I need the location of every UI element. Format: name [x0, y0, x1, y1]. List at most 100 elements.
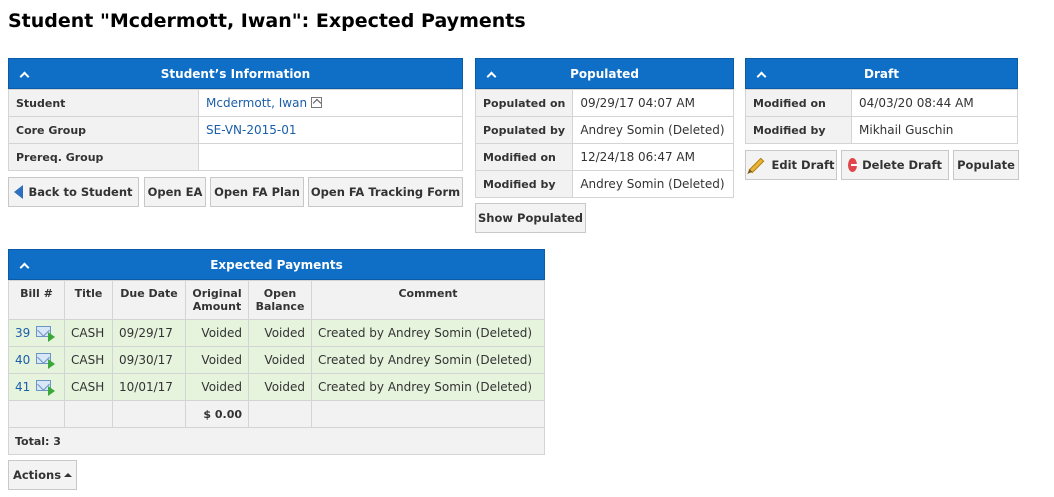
draft-header: Draft — [745, 58, 1018, 89]
send-bill-icon[interactable] — [36, 353, 56, 369]
col-open-line1: Open — [263, 287, 297, 300]
modified-by-value: Andrey Somin (Deleted) — [572, 170, 734, 198]
collapse-chevron-up-icon[interactable] — [18, 259, 30, 272]
bill-cell: 40 — [8, 346, 65, 374]
totals-row: $ 0.00 — [8, 400, 545, 428]
expected-payments-header: Expected Payments — [8, 249, 545, 280]
col-original-amount[interactable]: Original Amount — [185, 280, 249, 320]
bill-cell: 41 — [8, 373, 65, 401]
caret-up-icon — [64, 473, 73, 477]
open-ea-button[interactable]: Open EA — [144, 177, 206, 207]
comment-cell: Created by Andrey Somin (Deleted) — [311, 373, 545, 401]
delete-draft-button[interactable]: Delete Draft — [841, 150, 949, 180]
collapse-chevron-up-icon[interactable] — [485, 68, 497, 81]
table-row: 41 CASH 10/01/17 Voided Voided Created b… — [8, 373, 545, 401]
populated-panel: Populated Populated on 09/29/17 04:07 AM… — [474, 58, 734, 198]
populated-on-value: 09/29/17 04:07 AM — [572, 89, 734, 117]
title-cell: CASH — [64, 373, 113, 401]
open-fa-tracking-form-button[interactable]: Open FA Tracking Form — [308, 177, 463, 207]
student-info-title: Student’s Information — [160, 66, 311, 81]
populate-button[interactable]: Populate — [953, 150, 1019, 180]
col-open-line2: Balance — [255, 300, 305, 313]
open-balance-cell: Voided — [248, 319, 312, 347]
original-amount-cell: Voided — [185, 373, 249, 401]
populated-header: Populated — [475, 58, 734, 89]
student-value: Mcdermott, Iwan — [198, 89, 463, 117]
col-due-date[interactable]: Due Date — [112, 280, 186, 320]
bill-link[interactable]: 39 — [15, 326, 30, 340]
show-populated-button[interactable]: Show Populated — [475, 203, 586, 233]
prereq-group-label: Prereq. Group — [8, 143, 199, 171]
draft-panel: Draft Modified on 04/03/20 08:44 AM Modi… — [745, 58, 1018, 144]
open-balance-cell: Voided — [248, 373, 312, 401]
send-bill-icon[interactable] — [36, 326, 56, 342]
due-date-cell: 10/01/17 — [112, 373, 186, 401]
due-date-cell: 09/30/17 — [112, 346, 186, 374]
comment-cell: Created by Andrey Somin (Deleted) — [311, 319, 545, 347]
col-title[interactable]: Title — [64, 280, 113, 320]
col-comment[interactable]: Comment — [311, 280, 545, 320]
actions-label: Actions — [12, 468, 62, 482]
populated-by-value: Andrey Somin (Deleted) — [572, 116, 734, 144]
populated-table: Populated on 09/29/17 04:07 AM Populated… — [474, 89, 734, 198]
back-arrow-icon — [14, 185, 24, 199]
student-link[interactable]: Mcdermott, Iwan — [206, 96, 307, 110]
delete-circle-icon — [848, 158, 860, 172]
original-amount-cell: Voided — [185, 319, 249, 347]
draft-table: Modified on 04/03/20 08:44 AM Modified b… — [745, 89, 1018, 144]
edit-draft-label: Edit Draft — [771, 158, 835, 172]
table-footer-row: Total: 3 — [8, 427, 545, 455]
table-header-row: Bill # Title Due Date Original Amount Ope… — [8, 280, 545, 320]
table-row: 40 CASH 09/30/17 Voided Voided Created b… — [8, 346, 545, 374]
core-group-link[interactable]: SE-VN-2015-01 — [206, 123, 296, 137]
edit-draft-button[interactable]: Edit Draft — [745, 150, 837, 180]
bill-link[interactable]: 40 — [15, 353, 30, 367]
populated-title: Populated — [570, 66, 639, 81]
modified-by-label: Modified by — [474, 170, 574, 198]
modified-on-value: 12/24/18 06:47 AM — [572, 143, 734, 171]
draft-title: Draft — [864, 66, 899, 81]
back-to-student-label: Back to Student — [28, 185, 133, 199]
collapse-chevron-up-icon[interactable] — [755, 68, 767, 81]
title-cell: CASH — [64, 319, 113, 347]
total-count: Total: 3 — [8, 427, 545, 455]
bill-link[interactable]: 41 — [15, 380, 30, 394]
core-group-label: Core Group — [8, 116, 199, 144]
send-bill-icon[interactable] — [36, 380, 56, 396]
populated-by-label: Populated by — [474, 116, 574, 144]
lock-icon[interactable] — [311, 97, 323, 108]
expected-payments-table: Bill # Title Due Date Original Amount Ope… — [8, 280, 545, 455]
expected-payments-panel: Expected Payments Bill # Title Due Date … — [8, 249, 545, 455]
open-balance-cell: Voided — [248, 346, 312, 374]
title-cell: CASH — [64, 346, 113, 374]
due-date-cell: 09/29/17 — [112, 319, 186, 347]
draft-modified-by-label: Modified by — [745, 116, 852, 144]
student-info-header: Student’s Information — [8, 58, 463, 89]
draft-modified-on-value: 04/03/20 08:44 AM — [851, 89, 1018, 117]
col-bill[interactable]: Bill # — [8, 280, 65, 320]
original-amount-cell: Voided — [185, 346, 249, 374]
page-title: Student "Mcdermott, Iwan": Expected Paym… — [8, 10, 526, 32]
delete-draft-label: Delete Draft — [862, 158, 942, 172]
actions-dropdown-button[interactable]: Actions — [8, 460, 77, 490]
modified-on-label: Modified on — [474, 143, 574, 171]
expected-payments-title: Expected Payments — [210, 257, 343, 272]
student-info-panel: Student’s Information Student Mcdermott,… — [8, 58, 463, 171]
original-amount-total: $ 0.00 — [185, 400, 249, 428]
bill-cell: 39 — [8, 319, 65, 347]
student-info-table: Student Mcdermott, Iwan Core Group SE-VN… — [8, 89, 463, 171]
table-row: 39 CASH 09/29/17 Voided Voided Created b… — [8, 319, 545, 347]
student-label: Student — [8, 89, 199, 117]
open-fa-plan-button[interactable]: Open FA Plan — [210, 177, 304, 207]
draft-modified-on-label: Modified on — [745, 89, 852, 117]
core-group-value: SE-VN-2015-01 — [198, 116, 463, 144]
col-open-balance[interactable]: Open Balance — [248, 280, 312, 320]
draft-modified-by-value: Mikhail Guschin — [851, 116, 1018, 144]
populated-on-label: Populated on — [474, 89, 574, 117]
col-original-line1: Original — [192, 287, 242, 300]
collapse-chevron-up-icon[interactable] — [18, 68, 30, 81]
back-to-student-button[interactable]: Back to Student — [8, 177, 139, 207]
col-original-line2: Amount — [192, 300, 242, 313]
comment-cell: Created by Andrey Somin (Deleted) — [311, 346, 545, 374]
pencil-icon — [748, 157, 765, 173]
